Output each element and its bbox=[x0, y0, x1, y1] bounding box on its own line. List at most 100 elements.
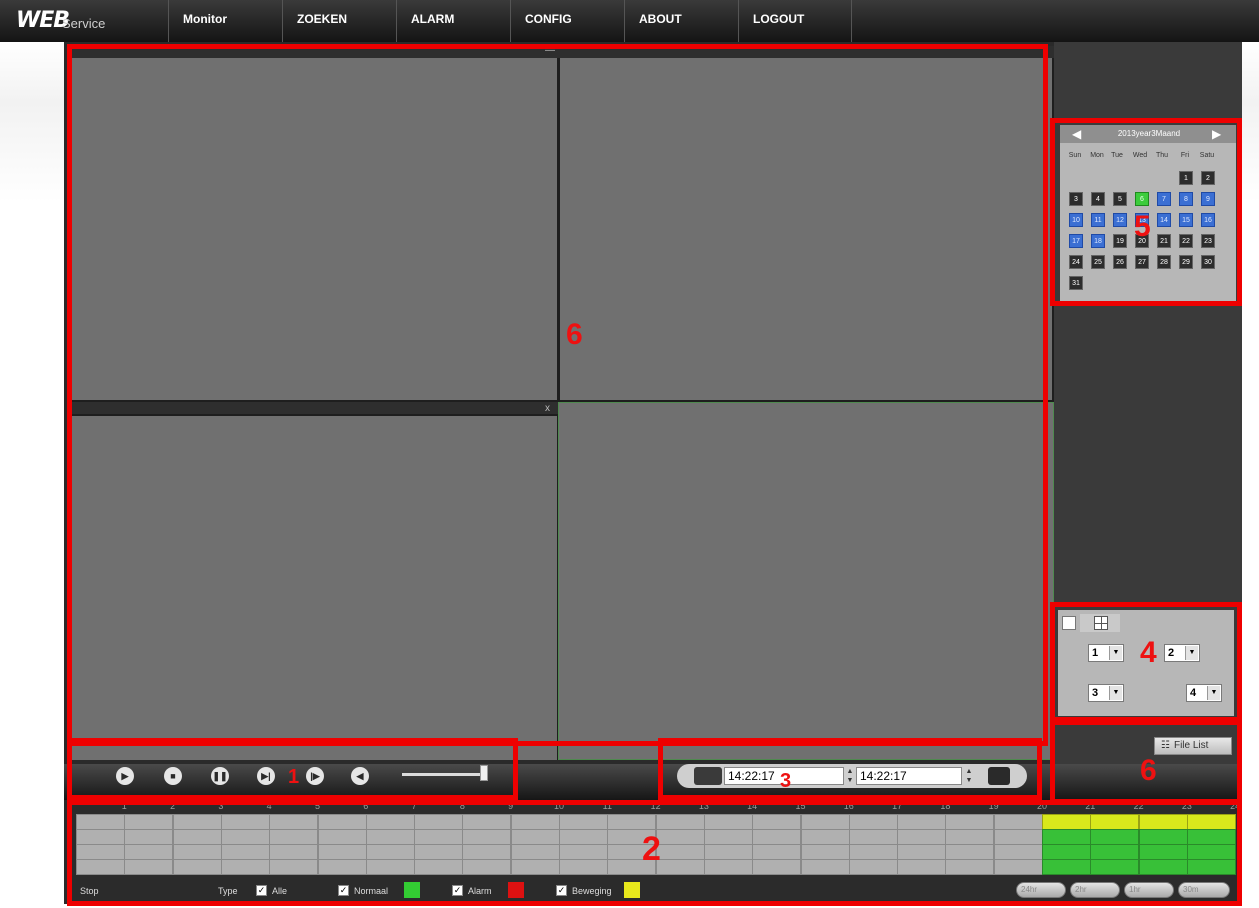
timeline-cell[interactable] bbox=[945, 814, 995, 830]
timeline-cell[interactable] bbox=[462, 844, 512, 860]
timeline-cell[interactable] bbox=[1138, 829, 1188, 845]
timeline-cell[interactable] bbox=[897, 814, 947, 830]
window-1-select[interactable]: 1 ▼ bbox=[1088, 644, 1124, 662]
calendar-day[interactable]: 26 bbox=[1113, 255, 1127, 269]
type-normaal-checkbox[interactable]: ✓ bbox=[338, 885, 349, 896]
pane-1-minimize-icon[interactable]: — bbox=[545, 46, 555, 56]
timeline-cell[interactable] bbox=[220, 844, 270, 860]
file-list-button[interactable]: ☷ File List bbox=[1154, 737, 1232, 755]
calendar-day[interactable]: 17 bbox=[1069, 234, 1083, 248]
timeline-cell[interactable] bbox=[76, 859, 125, 875]
pause-button[interactable]: ❚❚ bbox=[211, 767, 229, 785]
start-time-spinner[interactable]: ▲ ▼ bbox=[845, 767, 855, 785]
timeline-cell[interactable] bbox=[752, 859, 802, 875]
timeline-cell[interactable] bbox=[76, 844, 125, 860]
window-3-select[interactable]: 3 ▼ bbox=[1088, 684, 1124, 702]
timeline-cell[interactable] bbox=[945, 829, 995, 845]
timeline-cell[interactable] bbox=[1090, 859, 1140, 875]
timeline-cell[interactable] bbox=[269, 829, 319, 845]
nav-logout[interactable]: LOGOUT bbox=[738, 0, 852, 42]
timeline-cell[interactable] bbox=[1186, 829, 1236, 845]
timeline-cell[interactable] bbox=[655, 859, 705, 875]
calendar-day[interactable]: 2 bbox=[1201, 171, 1215, 185]
timeline-cell[interactable] bbox=[220, 859, 270, 875]
calendar-day[interactable]: 21 bbox=[1157, 234, 1171, 248]
zoom-30m-button[interactable]: 30m bbox=[1178, 882, 1230, 898]
timeline-cell[interactable] bbox=[800, 814, 850, 830]
timeline-cell[interactable] bbox=[655, 814, 705, 830]
zoom-2hr-button[interactable]: 2hr bbox=[1070, 882, 1120, 898]
timeline-cell[interactable] bbox=[414, 814, 464, 830]
timeline-cell[interactable] bbox=[124, 844, 174, 860]
timeline-cell[interactable] bbox=[76, 814, 125, 830]
timeline-cell[interactable] bbox=[993, 844, 1043, 860]
timeline-cell[interactable] bbox=[510, 859, 560, 875]
calendar-day[interactable]: 22 bbox=[1179, 234, 1193, 248]
timeline-cell[interactable] bbox=[945, 859, 995, 875]
timeline-cell[interactable] bbox=[414, 844, 464, 860]
timeline-cell[interactable] bbox=[897, 844, 947, 860]
timeline-cell[interactable] bbox=[655, 829, 705, 845]
nav-alarm[interactable]: ALARM bbox=[396, 0, 510, 42]
timeline-cell[interactable] bbox=[1042, 844, 1091, 860]
timeline-cell[interactable] bbox=[1042, 814, 1091, 830]
calendar-day[interactable]: 19 bbox=[1113, 234, 1127, 248]
timeline-cell[interactable] bbox=[655, 844, 705, 860]
timeline-cell[interactable] bbox=[510, 829, 560, 845]
timeline-cell[interactable] bbox=[559, 859, 608, 875]
end-time-spinner[interactable]: ▲ ▼ bbox=[964, 767, 974, 785]
calendar-day[interactable]: 8 bbox=[1179, 192, 1193, 206]
calendar-day[interactable]: 14 bbox=[1157, 213, 1171, 227]
volume-slider-track[interactable] bbox=[402, 773, 482, 776]
calendar-day[interactable]: 31 bbox=[1069, 276, 1083, 290]
nav-zoeken[interactable]: ZOEKEN bbox=[282, 0, 396, 42]
timeline-cell[interactable] bbox=[269, 844, 319, 860]
quad-window-layout-icon[interactable] bbox=[1094, 616, 1108, 630]
single-window-layout-icon[interactable] bbox=[1062, 616, 1076, 630]
timeline-cell[interactable] bbox=[124, 814, 174, 830]
nav-about[interactable]: ABOUT bbox=[624, 0, 738, 42]
timeline-cell[interactable] bbox=[1138, 844, 1188, 860]
timeline-cell[interactable] bbox=[1042, 859, 1091, 875]
stop-button[interactable]: ■ bbox=[164, 767, 182, 785]
timeline-cell[interactable] bbox=[703, 829, 753, 845]
timeline-cell[interactable] bbox=[220, 829, 270, 845]
calendar-day[interactable]: 10 bbox=[1069, 213, 1083, 227]
calendar-day[interactable]: 1 bbox=[1179, 171, 1193, 185]
timeline-cell[interactable] bbox=[703, 859, 753, 875]
timeline-cell[interactable] bbox=[993, 829, 1043, 845]
timeline-cell[interactable] bbox=[800, 844, 850, 860]
timeline-cell[interactable] bbox=[559, 814, 608, 830]
calendar-day[interactable]: 27 bbox=[1135, 255, 1149, 269]
timeline-cell[interactable] bbox=[365, 829, 415, 845]
timeline-cell[interactable] bbox=[993, 814, 1043, 830]
timeline-cell[interactable] bbox=[848, 829, 898, 845]
timeline-cell[interactable] bbox=[848, 859, 898, 875]
type-alarm-checkbox[interactable]: ✓ bbox=[452, 885, 463, 896]
video-pane-3[interactable] bbox=[67, 416, 557, 760]
window-4-select[interactable]: 4 ▼ bbox=[1186, 684, 1222, 702]
timeline-cell[interactable] bbox=[414, 829, 464, 845]
timeline-cell[interactable] bbox=[752, 829, 802, 845]
calendar-day[interactable]: 30 bbox=[1201, 255, 1215, 269]
timeline-cell[interactable] bbox=[703, 844, 753, 860]
timeline-cell[interactable] bbox=[124, 829, 174, 845]
timeline-cell[interactable] bbox=[1186, 859, 1236, 875]
timeline-cell[interactable] bbox=[172, 859, 222, 875]
timeline-cell[interactable] bbox=[365, 859, 415, 875]
timeline-cell[interactable] bbox=[510, 814, 560, 830]
timeline-cell[interactable] bbox=[1090, 844, 1140, 860]
timeline-cell[interactable] bbox=[752, 844, 802, 860]
timeline-cell[interactable] bbox=[76, 829, 125, 845]
timeline-cell[interactable] bbox=[317, 814, 367, 830]
end-time-input[interactable]: 14:22:17 bbox=[856, 767, 962, 785]
timeline-cell[interactable] bbox=[124, 859, 174, 875]
calendar-day[interactable]: 7 bbox=[1157, 192, 1171, 206]
play-button[interactable]: ▶ bbox=[116, 767, 134, 785]
timeline-cell[interactable] bbox=[752, 814, 802, 830]
timeline-cell[interactable] bbox=[897, 829, 947, 845]
timeline-cell[interactable] bbox=[317, 829, 367, 845]
calendar-day[interactable]: 11 bbox=[1091, 213, 1105, 227]
timeline-cell[interactable] bbox=[317, 844, 367, 860]
calendar-day[interactable]: 5 bbox=[1113, 192, 1127, 206]
